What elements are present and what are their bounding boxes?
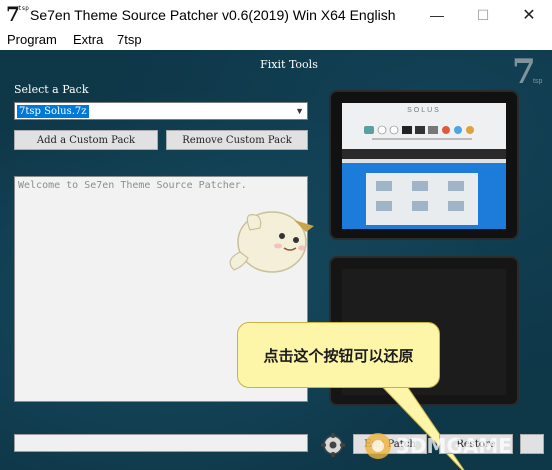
menu-extra[interactable]: Extra (73, 32, 103, 47)
settings-gear-icon[interactable] (318, 430, 348, 460)
preview-icons (364, 125, 474, 135)
select-pack-label: Select a Pack (14, 83, 89, 96)
preview-taskbar (342, 149, 506, 159)
watermark-logo-icon (365, 433, 391, 459)
app-logo-icon: 7 tsp (6, 2, 29, 26)
window-title: Se7en Theme Source Patcher v0.6(2019) Wi… (30, 7, 396, 23)
minimize-icon: — (430, 7, 444, 23)
menu-7tsp[interactable]: 7tsp (117, 32, 142, 47)
main-panel: Fixit Tools 7 tsp Select a Pack 7tsp Sol… (0, 50, 552, 470)
preview-dots (372, 138, 472, 140)
watermark-text: 3DMGAME (396, 434, 512, 458)
pack-dropdown[interactable]: 7tsp Solus.7z ▼ (14, 102, 308, 120)
preview-folder-icons (376, 181, 464, 211)
menu-program[interactable]: Program (7, 32, 57, 47)
app-window: 7 tsp Se7en Theme Source Patcher v0.6(20… (0, 0, 552, 470)
remove-custom-pack-button[interactable]: Remove Custom Pack (166, 130, 308, 150)
maximize-button[interactable]: ☐ (460, 0, 506, 30)
close-button[interactable]: ✕ (506, 0, 552, 30)
section-title: Fixit Tools (260, 58, 318, 71)
restore-hint-tooltip: 点击这个按钮可以还原 (237, 322, 440, 388)
brand-logo-tsp: tsp (533, 78, 543, 85)
brand-logo-seven: 7 (512, 52, 536, 92)
theme-preview-frame: SOLUS (329, 90, 519, 240)
preview-window (366, 173, 478, 225)
app-logo-tsp: tsp (18, 5, 29, 12)
log-text: Welcome to Se7en Theme Source Patcher. (18, 180, 247, 191)
minimize-button[interactable]: — (414, 0, 460, 30)
menu-bar: Program Extra 7tsp (0, 30, 552, 50)
add-custom-pack-button[interactable]: Add a Custom Pack (14, 130, 158, 150)
watermark: 3DMGAME (360, 428, 550, 464)
chevron-down-icon[interactable]: ▼ (295, 106, 304, 116)
theme-preview-image: SOLUS (342, 103, 506, 229)
close-icon: ✕ (522, 7, 536, 24)
pack-dropdown-value: 7tsp Solus.7z (17, 105, 89, 118)
maximize-icon: ☐ (476, 6, 490, 23)
preview-header: SOLUS (342, 103, 506, 149)
title-bar: 7 tsp Se7en Theme Source Patcher v0.6(20… (0, 0, 552, 30)
path-field[interactable] (14, 434, 308, 452)
tooltip-text: 点击这个按钮可以还原 (263, 347, 414, 365)
preview-title: SOLUS (407, 107, 441, 114)
mascot-image (229, 211, 314, 273)
